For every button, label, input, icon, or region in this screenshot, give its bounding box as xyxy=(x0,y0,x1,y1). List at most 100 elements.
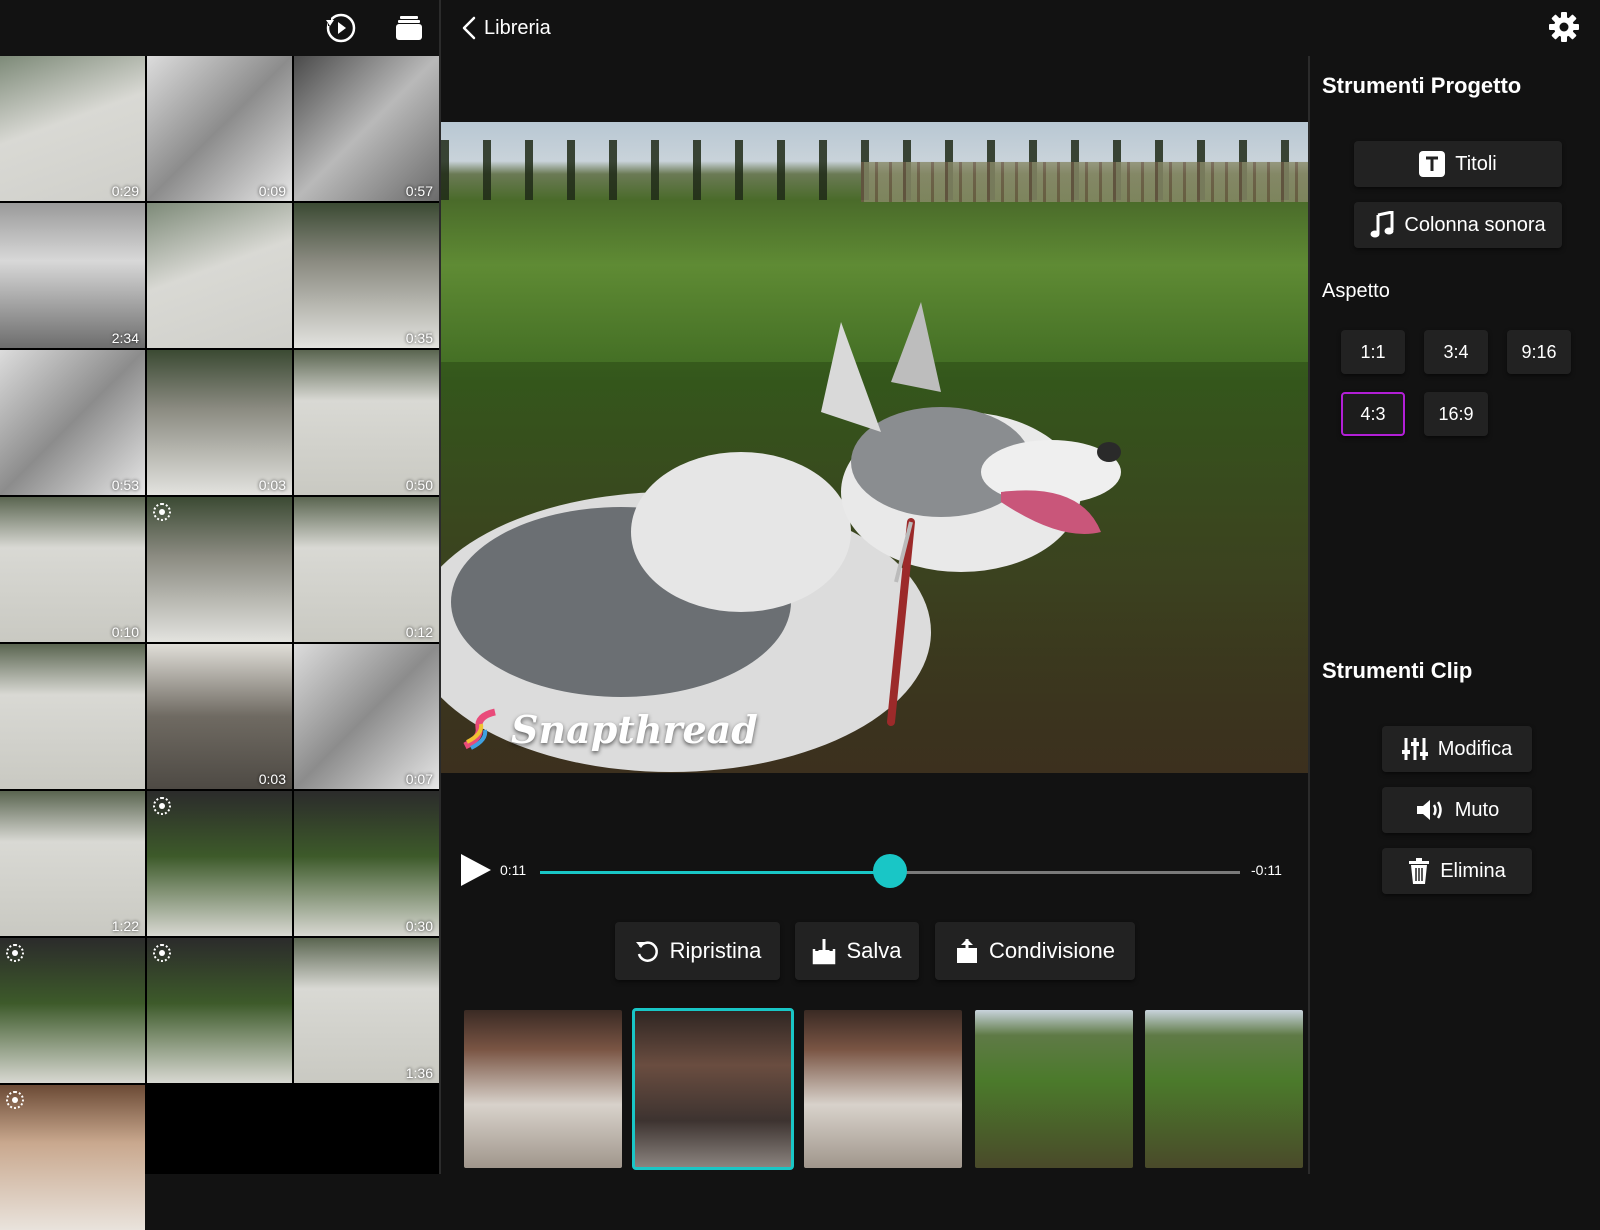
video-thumbnail[interactable] xyxy=(0,1085,145,1230)
live-photo-icon xyxy=(6,944,24,962)
thumbnail-duration: 0:30 xyxy=(405,918,433,934)
play-icon xyxy=(461,854,491,886)
aspect-option[interactable]: 9:16 xyxy=(1507,330,1571,374)
live-photo-icon xyxy=(153,503,171,521)
save-button[interactable]: Salva xyxy=(795,922,919,980)
thumbnail-duration: 0:03 xyxy=(258,477,286,493)
thumbnail-duration: 0:10 xyxy=(111,624,139,640)
video-thumbnail[interactable]: 0:09 xyxy=(147,56,292,201)
video-preview[interactable]: Snapthread xyxy=(441,122,1308,773)
stack-icon[interactable] xyxy=(391,10,427,46)
timeline-progress xyxy=(540,871,890,874)
clip-tools-title: Strumenti Clip xyxy=(1322,658,1473,683)
timeline-knob[interactable] xyxy=(873,854,907,888)
filmstrip-clip[interactable] xyxy=(632,1008,794,1170)
video-thumbnail[interactable] xyxy=(147,791,292,936)
thumbnail-duration: 0:57 xyxy=(405,183,433,199)
download-icon xyxy=(813,939,836,965)
video-thumbnail[interactable] xyxy=(147,938,292,1083)
edit-button[interactable]: Modifica xyxy=(1382,726,1532,772)
text-icon xyxy=(1419,151,1446,177)
video-thumbnail[interactable]: 0:29 xyxy=(0,56,145,201)
aspect-option[interactable]: 3:4 xyxy=(1424,330,1488,374)
thumbnail-duration: 0:12 xyxy=(405,624,433,640)
video-thumbnail[interactable] xyxy=(147,203,292,348)
live-photo-icon xyxy=(6,1091,24,1109)
video-thumbnail[interactable] xyxy=(147,497,292,642)
video-thumbnail[interactable]: 1:36 xyxy=(294,938,439,1083)
aspect-option[interactable]: 16:9 xyxy=(1424,392,1488,436)
share-label: Condivisione xyxy=(989,938,1115,963)
video-thumbnail[interactable]: 0:10 xyxy=(0,497,145,642)
sliders-icon xyxy=(1401,738,1428,760)
video-thumbnail[interactable]: 1:22 xyxy=(0,791,145,936)
trash-icon xyxy=(1409,858,1430,884)
aspect-option[interactable]: 4:3 xyxy=(1341,392,1405,436)
live-photo-icon xyxy=(153,944,171,962)
thumbnail-duration: 1:22 xyxy=(111,918,139,934)
music-note-icon xyxy=(1370,211,1394,238)
thumbnail-duration: 0:29 xyxy=(111,183,139,199)
library-panel: 0:29 0:09 0:57 2:34 0:35 0:53 0:03 0:50 0:10 0:12… xyxy=(0,0,439,1230)
mute-button[interactable]: Muto xyxy=(1382,787,1532,833)
soundtrack-label: Colonna sonora xyxy=(1404,213,1546,236)
share-button[interactable]: Condivisione xyxy=(935,922,1135,980)
video-thumbnail[interactable]: 0:12 xyxy=(294,497,439,642)
time-remaining: -0:11 xyxy=(1251,862,1282,878)
library-toolbar xyxy=(0,0,439,56)
video-thumbnail[interactable]: 0:30 xyxy=(294,791,439,936)
thumbnail-duration: 0:07 xyxy=(405,771,433,787)
watermark: Snapthread xyxy=(459,707,758,752)
video-thumbnail[interactable]: 0:07 xyxy=(294,644,439,789)
background-vineyard xyxy=(861,162,1308,202)
thumbnail-duration: 0:35 xyxy=(405,330,433,346)
thumbnail-duration: 0:03 xyxy=(258,771,286,787)
share-icon xyxy=(957,939,978,963)
video-thumbnail[interactable]: 0:03 xyxy=(147,350,292,495)
gear-icon[interactable] xyxy=(1547,10,1581,44)
panel-divider-right xyxy=(1308,56,1310,1174)
filmstrip-clip[interactable] xyxy=(464,1010,622,1168)
thumbnail-duration: 0:09 xyxy=(258,183,286,199)
reset-icon xyxy=(635,941,658,962)
aspect-label: Aspetto xyxy=(1322,280,1390,302)
titles-button[interactable]: Titoli xyxy=(1354,141,1562,187)
delete-label: Elimina xyxy=(1440,859,1506,882)
reset-label: Ripristina xyxy=(669,938,762,963)
thumbnail-duration: 0:53 xyxy=(111,477,139,493)
reset-button[interactable]: Ripristina xyxy=(615,922,780,980)
video-thumbnail[interactable]: 0:03 xyxy=(147,644,292,789)
edit-label: Modifica xyxy=(1437,737,1513,760)
save-label: Salva xyxy=(846,938,902,963)
filmstrip-clip[interactable] xyxy=(1145,1010,1303,1168)
video-thumbnail[interactable]: 0:35 xyxy=(294,203,439,348)
thumbnail-duration: 0:50 xyxy=(405,477,433,493)
video-thumbnail[interactable] xyxy=(0,644,145,789)
mute-label: Muto xyxy=(1454,798,1500,821)
delete-button[interactable]: Elimina xyxy=(1382,848,1532,894)
filmstrip-clip[interactable] xyxy=(804,1010,962,1168)
time-elapsed: 0:11 xyxy=(500,862,527,878)
snapthread-logo-icon xyxy=(463,708,496,750)
husky-dog-illustration xyxy=(441,302,1121,772)
video-thumbnail[interactable]: 0:57 xyxy=(294,56,439,201)
back-label: Libreria xyxy=(484,16,551,39)
thumbnail-duration: 1:36 xyxy=(405,1065,433,1081)
soundtrack-button[interactable]: Colonna sonora xyxy=(1354,202,1562,248)
live-photo-icon xyxy=(153,797,171,815)
back-button[interactable]: Libreria xyxy=(462,12,551,44)
history-icon[interactable] xyxy=(323,10,359,46)
project-tools-title: Strumenti Progetto xyxy=(1322,73,1522,98)
aspect-option[interactable]: 1:1 xyxy=(1341,330,1405,374)
video-thumbnail[interactable] xyxy=(0,938,145,1083)
watermark-text: Snapthread xyxy=(511,707,758,752)
video-thumbnail[interactable]: 0:53 xyxy=(0,350,145,495)
chevron-left-icon xyxy=(462,16,476,40)
video-thumbnail-grid: 0:29 0:09 0:57 2:34 0:35 0:53 0:03 0:50 0:10 0:12… xyxy=(0,56,439,1230)
titles-label: Titoli xyxy=(1455,152,1497,175)
filmstrip-clip[interactable] xyxy=(975,1010,1133,1168)
video-thumbnail[interactable]: 0:50 xyxy=(294,350,439,495)
editor-header xyxy=(441,0,1600,56)
play-button[interactable] xyxy=(457,852,493,888)
video-thumbnail[interactable]: 2:34 xyxy=(0,203,145,348)
